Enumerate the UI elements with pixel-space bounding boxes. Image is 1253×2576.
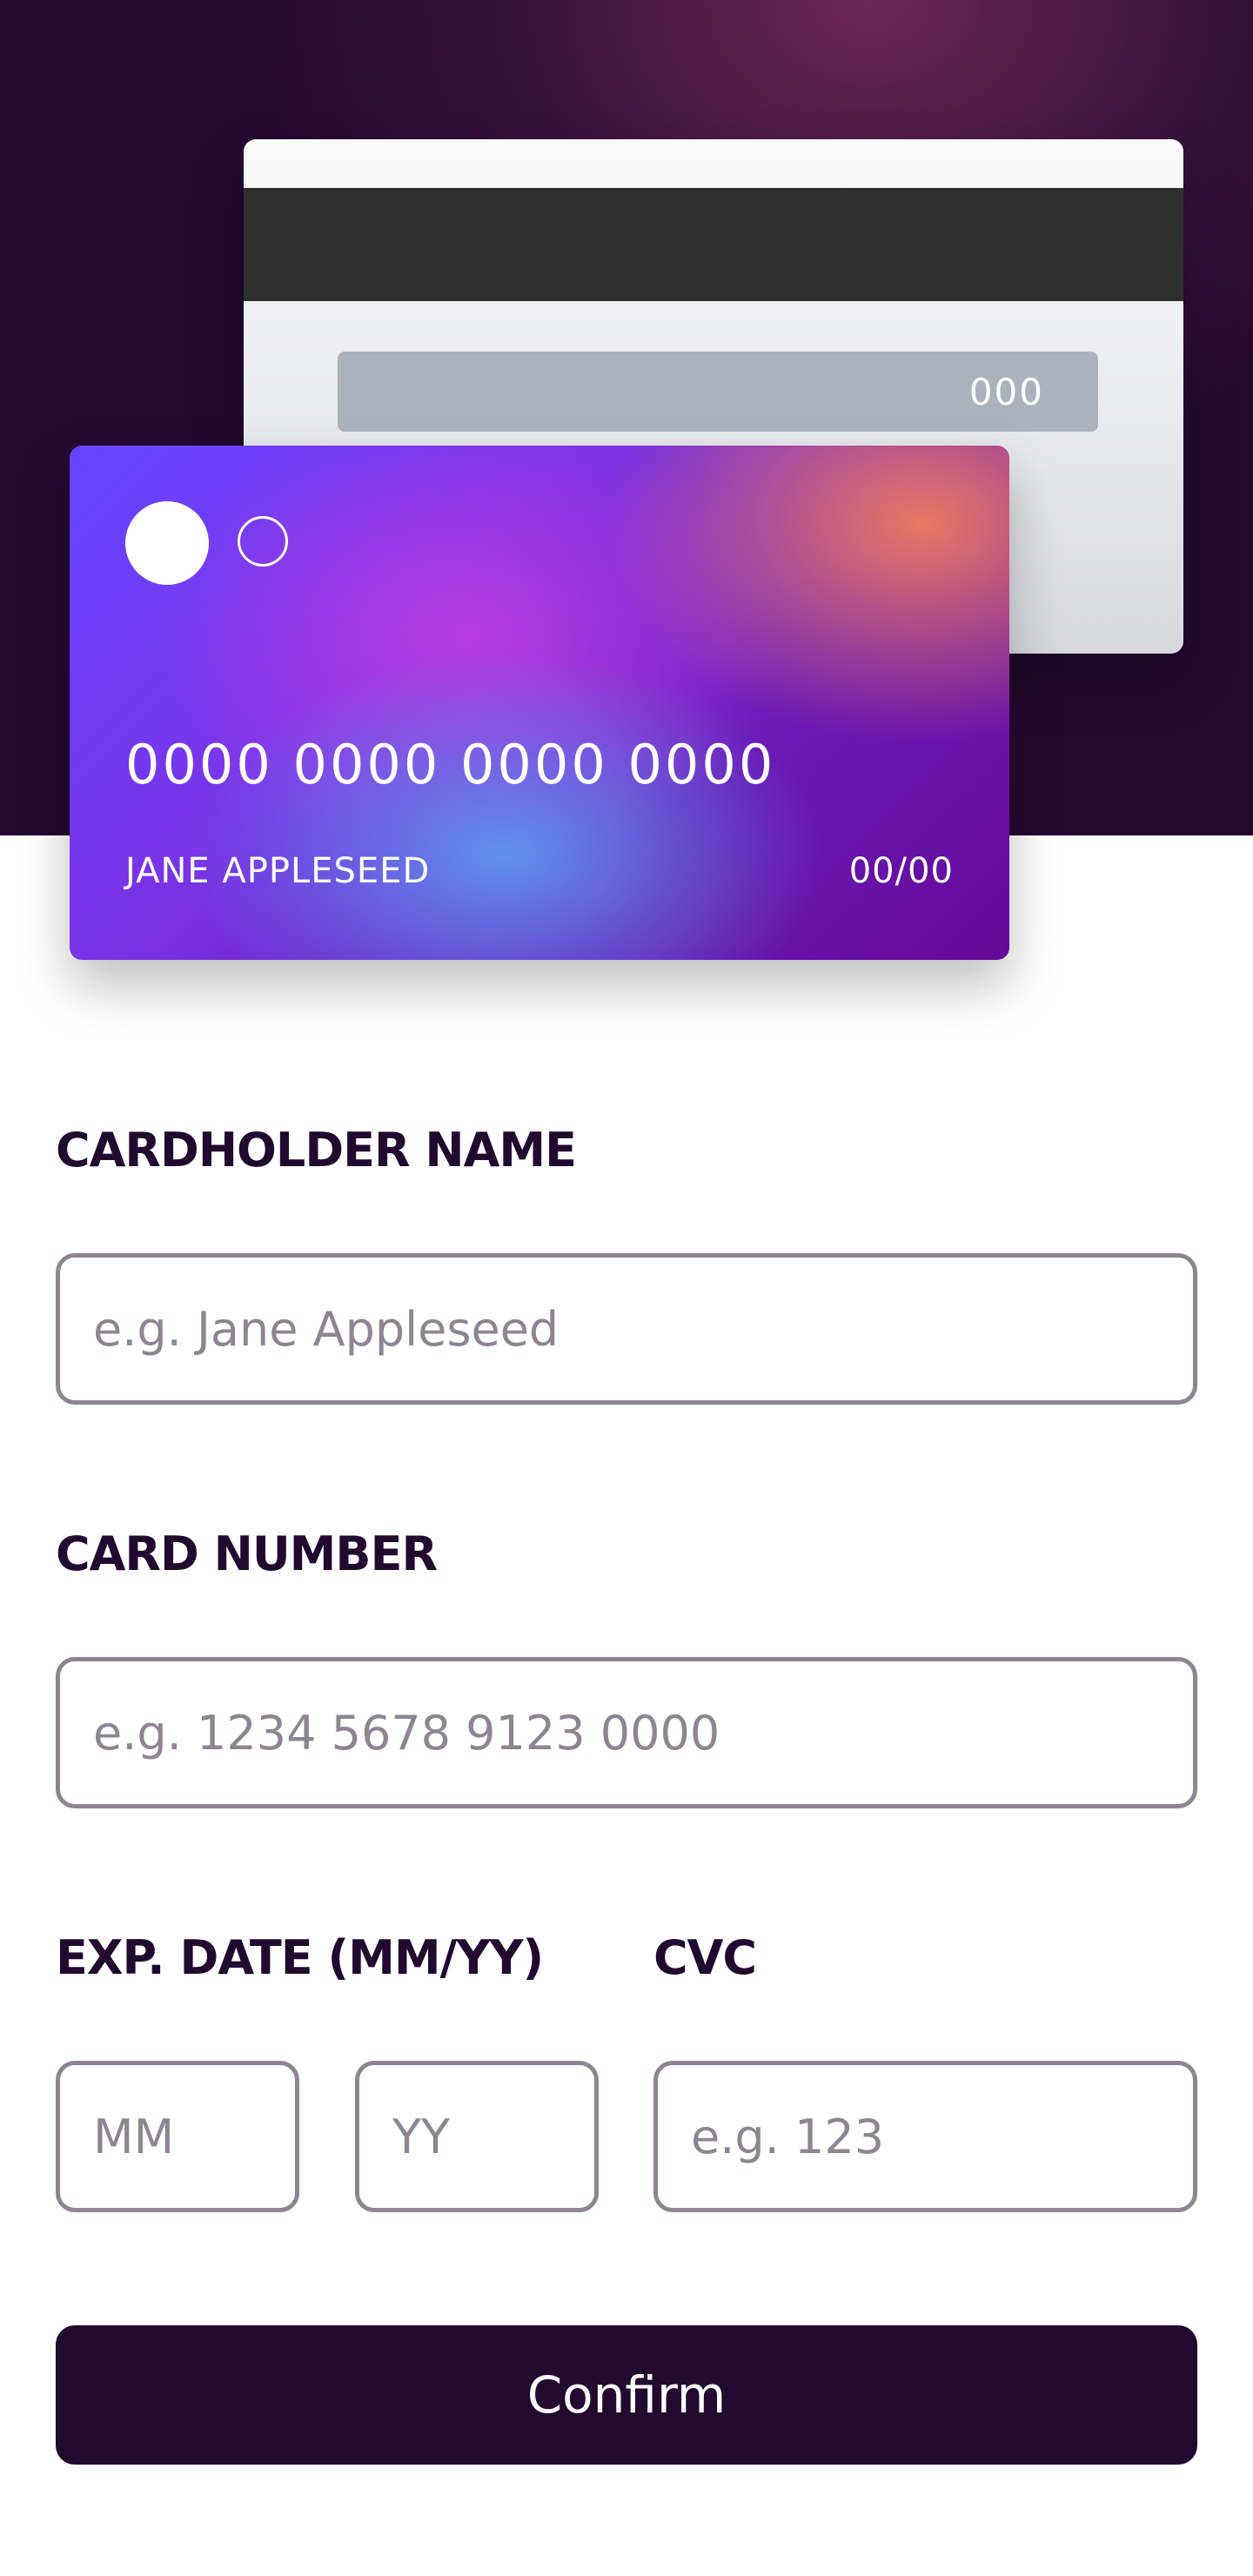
card-name-display: JANE APPLESEED — [125, 851, 431, 891]
cvc-label: CVC — [653, 1930, 757, 1985]
cardholder-name-label: CARDHOLDER NAME — [56, 1123, 577, 1177]
card-number-input[interactable] — [56, 1657, 1197, 1808]
magnetic-stripe — [244, 188, 1183, 301]
signature-strip: 000 — [338, 352, 1098, 432]
exp-date-label: EXP. DATE (MM/YY) — [56, 1930, 544, 1985]
card-front-preview: 0000 0000 0000 0000 JANE APPLESEED 00/00 — [70, 446, 1009, 960]
exp-month-input[interactable] — [56, 2061, 299, 2212]
card-logo-filled-circle — [125, 501, 209, 585]
confirm-button[interactable]: Confirm — [56, 2325, 1197, 2465]
card-expiry-display: 00/00 — [848, 851, 954, 891]
card-number-label: CARD NUMBER — [56, 1526, 438, 1581]
card-cvc-display: 000 — [968, 370, 1044, 413]
cvc-input[interactable] — [653, 2061, 1197, 2212]
card-number-display: 0000 0000 0000 0000 — [125, 733, 776, 796]
cardholder-name-input[interactable] — [56, 1253, 1197, 1405]
exp-year-input[interactable] — [355, 2061, 599, 2212]
card-logo-outline-circle — [238, 516, 288, 567]
